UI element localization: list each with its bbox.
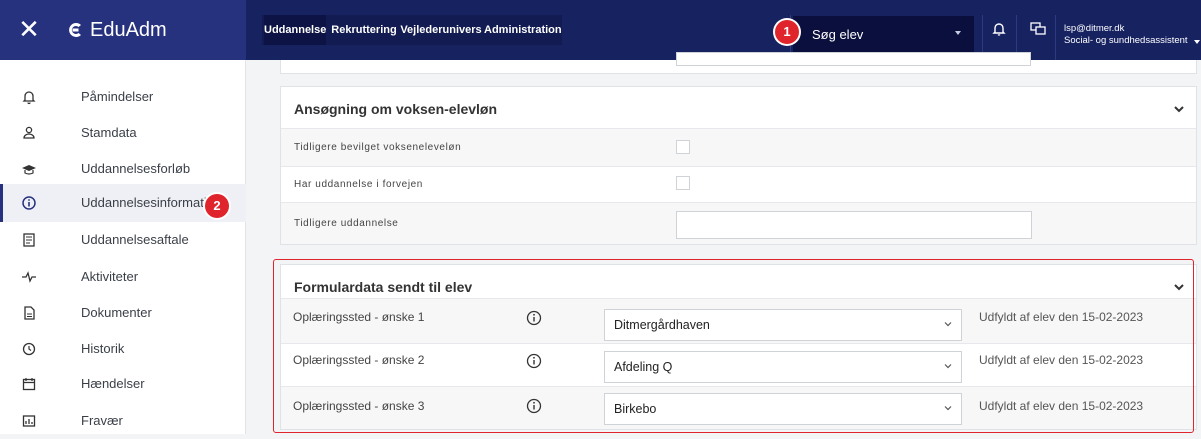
tidligere-bevilget-checkbox[interactable] (676, 140, 690, 154)
step-badge-1: 1 (775, 20, 799, 44)
tab-vejlederunivers[interactable]: Vejlederunivers (400, 15, 482, 45)
tidligere-uddannelse-input[interactable] (676, 211, 1032, 239)
close-icon[interactable]: ✕ (14, 14, 44, 44)
divider (1055, 15, 1056, 60)
sidebar-item-label: Fravær (81, 413, 123, 428)
chart-icon (22, 415, 36, 427)
chevron-down-icon[interactable] (1173, 103, 1185, 115)
top-bar: ✕ EduAdm Uddannelse Rekruttering Vejlede… (0, 0, 1201, 60)
sidebar-item-label: Dokumenter (81, 305, 152, 320)
sidebar-item-dokumenter[interactable]: Dokumenter (0, 295, 246, 331)
search-student-dropdown[interactable]: Søg elev (793, 16, 974, 54)
brand-area: ✕ EduAdm (0, 0, 246, 60)
contract-icon (23, 233, 35, 247)
card-title: Ansøgning om voksen-elevløn (294, 101, 498, 117)
bell-icon[interactable] (988, 18, 1010, 40)
calendar-icon (22, 378, 36, 391)
user-email[interactable]: lsp@ditmer.dk (1064, 23, 1124, 34)
previous-section-card (280, 52, 1197, 74)
divider (281, 166, 1196, 167)
sidebar-item-label: Uddannelsesinformation (81, 195, 222, 210)
sidebar-item-label: Hændelser (81, 376, 145, 391)
text-input[interactable] (676, 52, 1031, 66)
field-label: Tidligere uddannelse (294, 218, 399, 229)
pulse-icon (22, 271, 36, 283)
sidebar-item-label: Uddannelsesaftale (81, 232, 189, 247)
document-icon (24, 306, 35, 320)
person-icon (23, 126, 35, 139)
highlight-frame (273, 259, 1194, 433)
bell-icon (22, 91, 36, 105)
har-uddannelse-checkbox[interactable] (676, 176, 690, 190)
field-label: Har uddannelse i forvejen (294, 179, 423, 190)
voksen-elevloen-card: Ansøgning om voksen-elevløn Tidligere be… (280, 86, 1197, 245)
tab-uddannelse[interactable]: Uddannelse (264, 15, 326, 45)
sidebar-item-label: Påmindelser (81, 89, 154, 104)
sidebar: Påmindelser Stamdata Uddannelsesforløb U… (0, 60, 246, 434)
info-circle-icon (22, 196, 36, 210)
sidebar-item-historik[interactable]: Historik (0, 331, 246, 367)
sidebar-item-uddannelsesforloeb[interactable]: Uddannelsesforløb (0, 151, 246, 187)
sidebar-item-label: Historik (81, 341, 125, 356)
tab-rekruttering[interactable]: Rekruttering (330, 15, 398, 45)
step-badge-2: 2 (205, 194, 229, 218)
logo-icon (69, 23, 81, 37)
sidebar-item-label: Uddannelsesforløb (81, 161, 191, 176)
app-name: EduAdm (90, 19, 167, 41)
sidebar-item-label: Stamdata (81, 125, 137, 140)
caret-down-icon (955, 31, 961, 35)
card-header[interactable]: Ansøgning om voksen-elevløn (281, 87, 1196, 131)
sidebar-item-paamindelser[interactable]: Påmindelser (0, 79, 246, 115)
graduation-cap-icon (22, 165, 36, 175)
caret-down-icon[interactable] (1194, 40, 1200, 44)
sidebar-item-aktiviteter[interactable]: Aktiviteter (0, 259, 246, 295)
sidebar-item-label: Aktiviteter (81, 269, 139, 284)
clock-icon (22, 342, 36, 356)
sidebar-item-haendelser[interactable]: Hændelser (0, 366, 246, 402)
chat-icon[interactable] (1027, 18, 1049, 40)
sidebar-item-stamdata[interactable]: Stamdata (0, 115, 246, 151)
tab-administration[interactable]: Administration (484, 15, 562, 45)
user-role[interactable]: Social- og sundhedsassistent (1064, 35, 1188, 46)
sidebar-item-uddannelsesaftale[interactable]: Uddannelsesaftale (0, 222, 246, 258)
field-label: Tidligere bevilget vokseneleveløn (294, 142, 462, 153)
